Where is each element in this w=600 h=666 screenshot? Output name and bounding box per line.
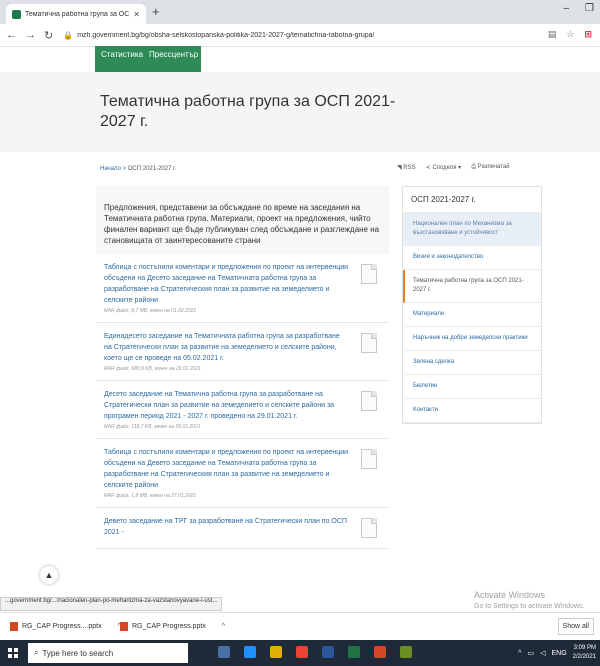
page-title: Тематична работна група за ОСП 2021-2027… [100,93,396,130]
sidebar-menu: ОСП 2021-2027 г. Национален план по Меха… [402,186,542,424]
document-meta: RAR файл, 118,7 KB, качен на 29.01.2021 [104,424,201,430]
back-icon[interactable]: ← [6,29,17,42]
tray-chevron-icon[interactable]: ^ [518,650,521,657]
tab-title: Тематична работна група за ОС [25,10,130,18]
page-tools: ◥ RSS ≺ Споделя ▾ ⎙ Разпечатай [397,164,510,171]
rss-link[interactable]: ◥ RSS [397,164,416,171]
site-favicon-icon [12,9,21,19]
url-field[interactable]: mzh.government.bg/bg/obsha-selskostopans… [77,32,507,39]
file-icon[interactable] [361,333,377,353]
app-icon[interactable] [400,646,412,658]
breadcrumb: Начало > ОСП 2021-2027 г. [100,166,176,172]
volume-icon[interactable]: ◁ [540,649,545,657]
breadcrumb-current: ОСП 2021-2027 г. [127,166,177,172]
chevron-up-icon[interactable]: ^ [222,623,225,630]
sidebar-item-contacts[interactable]: Контакти [403,399,541,423]
excel-icon[interactable] [348,646,360,658]
file-icon[interactable] [361,264,377,284]
window-controls: – ❐ [563,3,594,14]
search-placeholder: Type here to search [42,648,114,658]
forward-icon[interactable]: → [25,29,36,42]
download-item[interactable]: RG_CAP Progress.pptx ^ [120,622,225,631]
search-icon: ⌕ [34,648,39,657]
extension-icon[interactable]: ⊞ [584,29,592,40]
new-tab-icon[interactable]: + [152,4,160,19]
print-button[interactable]: ⎙ Разпечатай [471,164,509,171]
document-link[interactable]: Таблица с постъпили коментари и предложе… [104,262,349,306]
download-item[interactable]: RG_CAP Progress....pptx ^ [10,622,121,631]
system-tray: ^ ▭ ◁ ENG 3:09 PM 2/2/2021 [518,644,596,662]
document-meta: RAR файл, 680,9 KB, качен на 29.01.2021 [104,366,201,372]
downloads-bar: RG_CAP Progress....pptx ^ RG_CAP Progres… [0,612,600,641]
breadcrumb-separator: > [122,166,127,172]
document-meta: RAR файл, 1,8 MB, качен на 27.01.2021 [104,493,197,499]
taskbar-search[interactable]: ⌕ Type here to search [28,643,188,663]
document-link[interactable]: Единадесето заседание на Тематичната раб… [104,331,349,364]
windows-taskbar: ⌕ Type here to search ^ ▭ ◁ ENG 3:09 PM … [0,640,600,666]
reload-icon[interactable]: ↻ [44,29,53,42]
bookmark-star-icon[interactable]: ☆ [566,29,574,40]
file-explorer-icon[interactable] [270,646,282,658]
document-item: Девето заседание на ТРГ за разработване … [96,508,389,549]
minimize-icon[interactable]: – [563,3,569,14]
lock-icon[interactable]: 🔒 [63,31,73,40]
document-link[interactable]: Девето заседание на ТРГ за разработване … [104,516,349,538]
nav-link-press[interactable]: Прессцентър [149,50,198,59]
watermark-subtitle: Go to Settings to activate Windows. [474,603,585,610]
network-icon[interactable]: ▭ [527,649,534,657]
sidebar-heading: ОСП 2021-2027 г. [403,187,541,213]
activate-windows-watermark: Activate Windows Go to Settings to activ… [474,590,585,612]
edge-icon[interactable] [244,646,256,658]
file-icon[interactable] [361,518,377,538]
main-content: Предложения, представени за обсъждане по… [96,186,389,600]
browser-tab-bar: Тематична работна група за ОС ✕ + – ❐ [0,0,600,24]
sidebar-item-bulletin[interactable]: Бюлетин [403,375,541,399]
chrome-icon[interactable] [296,646,308,658]
share-button[interactable]: ≺ Споделя ▾ [426,164,462,171]
powerpoint-icon[interactable] [374,646,386,658]
download-filename: RG_CAP Progress.pptx [132,623,206,630]
document-link[interactable]: Десето заседание на Тематична работна гр… [104,389,349,422]
status-url-tooltip: ...government.bg/.../nacionalen-plan-po-… [0,597,223,611]
language-indicator[interactable]: ENG [551,650,566,657]
sidebar-item-vision[interactable]: Визия и законодателство [403,246,541,270]
scroll-to-top-button[interactable]: ▲ [40,566,58,584]
sidebar-item-green-deal[interactable]: Зелена сделка [403,351,541,375]
pptx-file-icon [120,622,128,631]
document-link[interactable]: Таблица с постъпили коментари и предложе… [104,447,349,491]
task-view-icon[interactable] [218,646,230,658]
sidebar-item-working-group[interactable]: Тематична работна група за ОСП 2021-2027… [403,270,541,303]
watermark-title: Activate Windows [474,590,546,600]
close-tab-icon[interactable]: ✕ [133,10,140,19]
document-item: Таблица с постъпили коментари и предложе… [96,439,389,508]
sidebar-item-handbook[interactable]: Наръчник на добри земеделски практики [403,327,541,351]
chevron-up-icon: ▲ [44,570,54,580]
browser-tab[interactable]: Тематична работна група за ОС ✕ [6,4,146,24]
pptx-file-icon [10,622,18,631]
file-icon[interactable] [361,391,377,411]
reader-icon[interactable]: ▤ [548,29,557,40]
clock[interactable]: 3:09 PM 2/2/2021 [573,644,596,662]
document-item: Десето заседание на Тематична работна гр… [96,381,389,439]
nav-link-statistics[interactable]: Статистика [101,50,143,59]
sidebar-item-recovery-plan[interactable]: Национален план по Механизма за възстано… [403,213,541,246]
document-item: Единадесето заседание на Тематичната раб… [96,323,389,381]
windows-start-icon[interactable] [8,648,18,658]
breadcrumb-home[interactable]: Начало [100,166,121,172]
file-icon[interactable] [361,449,377,469]
address-bar: ← → ↻ 🔒 mzh.government.bg/bg/obsha-selsk… [0,24,600,47]
download-filename: RG_CAP Progress....pptx [22,623,102,630]
maximize-icon[interactable]: ❐ [585,3,594,14]
lead-text: Предложения, представени за обсъждане по… [96,186,389,254]
taskbar-apps [218,646,412,658]
show-all-button[interactable]: Show all [557,618,594,635]
site-top-nav: Статистика Прессцентър [95,46,201,72]
word-icon[interactable] [322,646,334,658]
clock-date: 2/2/2021 [572,654,596,660]
sidebar-item-materials[interactable]: Материали [403,303,541,327]
clock-time: 3:09 PM [573,645,596,651]
document-meta: RAR файл, 8,7 MB, качен на 01.02.2021 [104,308,197,314]
document-item: Таблица с постъпили коментари и предложе… [96,254,389,323]
